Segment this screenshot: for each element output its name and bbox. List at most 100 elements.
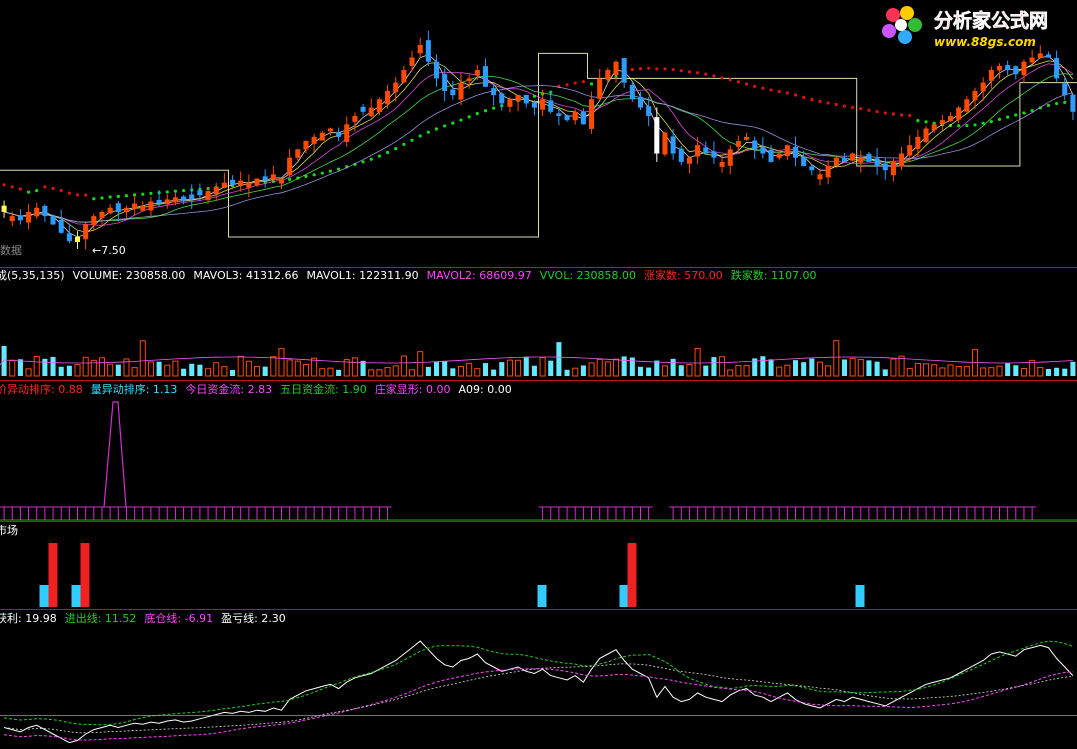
candle-body xyxy=(956,107,962,120)
trend-dot xyxy=(434,127,439,131)
candle-body xyxy=(26,211,32,223)
candle-body xyxy=(327,128,333,132)
volume-bar xyxy=(442,361,448,376)
trend-dot xyxy=(426,130,430,134)
candle-body xyxy=(197,190,203,196)
volume-header: 成(5,35,135) VOLUME: 230858.00 MAVOL3: 4131… xyxy=(0,268,816,282)
candle-body xyxy=(278,178,285,184)
candle-body xyxy=(205,191,211,201)
trend-dot xyxy=(957,124,961,128)
logo-url: www.88gs.com xyxy=(934,35,1036,49)
candle-body xyxy=(719,161,725,167)
candle-body xyxy=(809,166,815,171)
candle-body xyxy=(980,82,986,92)
candle-body xyxy=(923,128,929,142)
candle-body xyxy=(409,57,415,66)
candle-body xyxy=(850,153,856,161)
candle-body xyxy=(515,95,521,102)
candle-body xyxy=(246,182,252,188)
header-item: 价异动排序: 0.88 xyxy=(0,382,83,396)
volume-bar xyxy=(42,358,48,376)
candle-body xyxy=(678,148,684,162)
candle-body xyxy=(311,136,317,144)
trend-dot xyxy=(369,157,373,161)
volume-bar xyxy=(50,356,56,376)
trend-dot xyxy=(328,169,333,173)
trend-dot xyxy=(842,104,847,108)
signal-bar xyxy=(39,585,49,607)
volume-bar xyxy=(637,366,644,376)
trend-dot xyxy=(679,69,683,73)
candle-body xyxy=(662,132,668,155)
candle-body xyxy=(417,45,423,54)
header-item: 盈亏线: 2.30 xyxy=(221,611,286,625)
trend-dot xyxy=(638,67,643,71)
trend-dot xyxy=(141,192,145,196)
trend-dot xyxy=(483,109,488,113)
trend-dot xyxy=(451,121,455,125)
candle-body xyxy=(882,163,888,171)
candle-body xyxy=(1013,66,1019,75)
trend-dot xyxy=(288,177,292,182)
price-low-label: ←7.50 xyxy=(92,244,126,257)
candle-body xyxy=(727,149,733,166)
trend-dot xyxy=(18,187,22,191)
trend-dot xyxy=(67,191,71,195)
trend-dot xyxy=(908,113,912,118)
trend-dot xyxy=(663,67,667,71)
candle-body xyxy=(295,149,301,158)
volume-bar xyxy=(1,345,7,376)
trend-dot xyxy=(720,76,724,80)
candle-body xyxy=(646,106,652,116)
header-item: 量异动排序: 1.13 xyxy=(91,382,178,396)
volume-bar xyxy=(792,360,799,376)
candle-body xyxy=(213,186,219,195)
candle-body xyxy=(360,106,366,112)
volume-bar xyxy=(768,359,774,376)
trend-dot xyxy=(116,194,120,199)
candle-body xyxy=(703,147,709,154)
volume-bar xyxy=(450,368,456,376)
trend-dot xyxy=(2,183,6,187)
candle-body xyxy=(580,111,586,125)
candle-body xyxy=(841,157,847,162)
candle-body xyxy=(58,219,64,233)
volume-bar xyxy=(654,360,660,376)
candle-body xyxy=(605,70,611,80)
volume-bar xyxy=(197,364,203,376)
signal-header: 市场 xyxy=(0,523,18,537)
candle-body xyxy=(784,145,790,157)
candle-body xyxy=(336,132,342,137)
candle-body xyxy=(931,124,937,131)
candle-body xyxy=(132,203,138,209)
trend-dot xyxy=(377,154,381,158)
volume-bar xyxy=(866,360,872,376)
candle-body xyxy=(499,93,505,104)
trend-dot xyxy=(810,97,814,102)
trend-dot xyxy=(687,70,692,74)
trend-dot xyxy=(581,80,585,84)
volume-bar xyxy=(703,365,709,376)
trend-dot xyxy=(165,190,169,194)
volume-bar xyxy=(809,358,815,376)
candle-body xyxy=(376,99,382,113)
trend-dot xyxy=(973,123,977,127)
candle-body xyxy=(401,70,407,83)
candle-body xyxy=(74,236,81,242)
trend-dot xyxy=(84,193,88,197)
candle-body xyxy=(907,145,913,156)
candle-body xyxy=(564,115,570,121)
trend-dot xyxy=(761,86,765,90)
header-item: 跌家数: 1107.00 xyxy=(731,268,817,282)
volume-bar xyxy=(760,356,766,376)
trend-dot xyxy=(492,106,496,110)
candle-body xyxy=(768,149,774,162)
header-item: 底仓线: -6.91 xyxy=(144,611,213,625)
candle-body xyxy=(825,166,831,178)
candle-body xyxy=(181,196,187,202)
candle-body xyxy=(458,82,464,100)
volume-bar xyxy=(230,369,236,376)
candle-body xyxy=(1070,94,1076,112)
trend-dot xyxy=(459,118,463,122)
candle-body xyxy=(866,153,872,162)
